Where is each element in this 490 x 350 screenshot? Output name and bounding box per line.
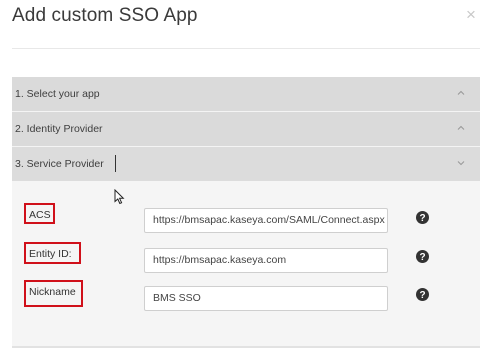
- nickname-label: Nickname: [24, 280, 83, 307]
- help-icon[interactable]: ?: [416, 288, 429, 301]
- chevron-down-icon: [455, 157, 467, 169]
- acs-label: ACS: [24, 203, 55, 224]
- nickname-input[interactable]: BMS SSO: [144, 286, 388, 311]
- text-caret: [115, 155, 116, 172]
- entity-id-label: Entity ID:: [24, 242, 81, 264]
- svg-text:?: ?: [419, 252, 425, 263]
- help-icon[interactable]: ?: [416, 211, 429, 224]
- acs-input[interactable]: https://bmsapac.kaseya.com/SAML/Connect.…: [144, 208, 388, 233]
- help-icon[interactable]: ?: [416, 250, 429, 263]
- accordion-header-label: 2. Identity Provider: [15, 123, 103, 135]
- accordion-header-label: 3. Service Provider: [15, 158, 104, 170]
- accordion: 1. Select your app 2. Identity Provider …: [12, 77, 480, 348]
- dialog-title: Add custom SSO App: [12, 5, 198, 26]
- svg-text:?: ?: [419, 213, 425, 224]
- mouse-cursor-icon: [114, 189, 126, 205]
- accordion-header-identity-provider[interactable]: 2. Identity Provider: [12, 112, 480, 146]
- panel-bottom-border: [12, 346, 480, 348]
- chevron-up-icon: [455, 122, 467, 134]
- header-divider: [12, 48, 480, 49]
- entity-id-input[interactable]: https://bmsapac.kaseya.com: [144, 248, 388, 273]
- accordion-header-select-app[interactable]: 1. Select your app: [12, 77, 480, 111]
- accordion-header-service-provider[interactable]: 3. Service Provider: [12, 147, 480, 181]
- close-icon[interactable]: ×: [466, 6, 480, 23]
- chevron-up-icon: [455, 87, 467, 99]
- svg-text:?: ?: [419, 290, 425, 301]
- accordion-header-label: 1. Select your app: [15, 88, 100, 100]
